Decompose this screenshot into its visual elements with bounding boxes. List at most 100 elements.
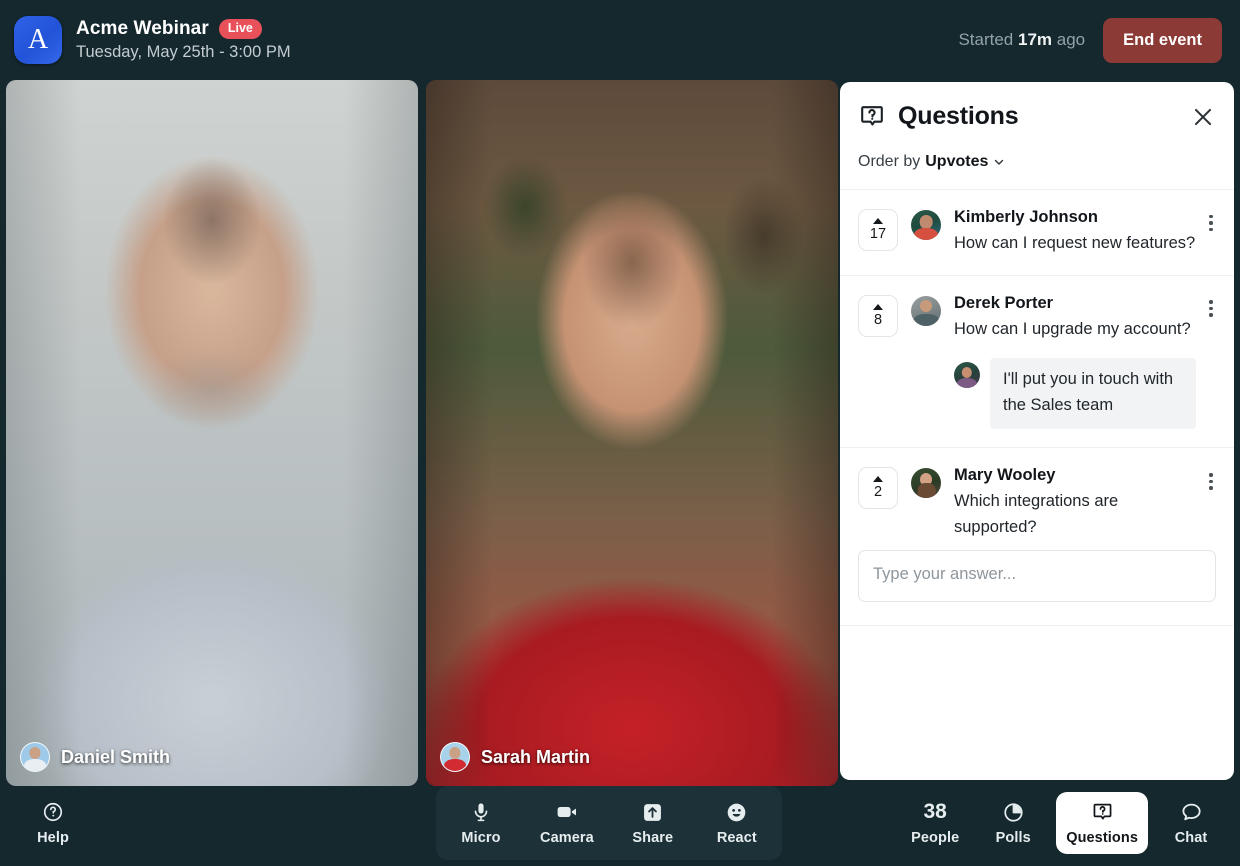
elapsed-suffix: ago [1056,30,1086,49]
question-menu-icon[interactable] [1202,298,1220,320]
polls-button[interactable]: Polls [978,792,1048,854]
avatar [911,210,941,240]
video-feed-daniel [6,80,418,786]
question-text: How can I request new features? [954,234,1196,252]
react-button[interactable]: React [702,792,772,854]
chat-label: Chat [1174,830,1208,846]
participant-name: Daniel Smith [61,746,171,767]
event-datetime: Tuesday, May 25th - 3:00 PM [76,43,291,61]
question-text: How can I upgrade my account? [954,319,1191,338]
elapsed-prefix: Started [958,30,1014,49]
order-by-value: Upvotes [925,153,989,170]
video-feed-sarah [426,80,838,786]
microphone-icon [470,800,492,824]
upvote-count: 2 [873,484,883,501]
event-title: Acme Webinar [76,18,209,39]
camera-label: Camera [540,830,594,846]
question-item[interactable]: 2 Mary Wooley Which integrations are sup… [840,448,1234,550]
participant-label-sarah: Sarah Martin [440,742,590,772]
people-count: 38 [923,800,947,823]
reply-text: I'll put you in touch with the Sales tea… [990,358,1196,430]
question-menu-icon[interactable] [1202,470,1220,492]
question-box-icon [858,103,886,131]
participant-label-daniel: Daniel Smith [20,742,170,772]
question-item[interactable]: 17 Kimberly Johnson How can I request ne… [840,190,1234,276]
video-camera-icon [555,800,579,824]
answer-composer [840,550,1234,627]
questions-button[interactable]: Questions [1056,792,1148,854]
help-button[interactable]: Help [18,792,88,854]
brand-block: A Acme Webinar Live Tuesday, May 25th - … [14,16,291,64]
question-item[interactable]: 8 Derek Porter How can I upgrade my acco… [840,276,1234,449]
app-header: A Acme Webinar Live Tuesday, May 25th - … [0,0,1240,80]
questions-panel: Questions Order by Upvotes 17 Kimberly J… [840,82,1234,780]
video-stage: Daniel Smith Sarah Martin [6,80,838,786]
panel-controls-group: 38 People Polls Questions Chat [900,792,1226,854]
chevron-down-icon [995,159,1004,165]
header-right: Started 17m ago End event [958,17,1226,63]
question-circle-icon [42,800,64,824]
upvote-count: 17 [869,226,887,242]
polls-label: Polls [995,830,1031,846]
close-icon[interactable] [1190,104,1216,130]
avatar [440,742,470,772]
share-upload-icon [641,800,664,824]
share-button[interactable]: Share [618,792,688,854]
video-tile-sarah[interactable]: Sarah Martin [426,80,838,786]
avatar [911,295,941,326]
media-controls-group: Micro Camera Share React [436,786,782,860]
questions-label: Questions [1066,830,1138,846]
upvote-button[interactable]: 2 [858,467,898,510]
people-label: People [911,830,960,846]
order-by-label: Order by [858,153,921,170]
smiley-face-icon [725,800,748,824]
question-body: Kimberly Johnson How can I request new f… [954,208,1218,257]
question-box-icon [1091,800,1114,824]
participant-name: Sarah Martin [481,746,591,767]
questions-panel-header: Questions [840,82,1234,131]
brand-text: Acme Webinar Live Tuesday, May 25th - 3:… [76,18,291,62]
camera-button[interactable]: Camera [530,792,604,854]
question-body: Derek Porter How can I upgrade my accoun… [954,294,1218,430]
upvote-arrow-icon [873,476,883,483]
react-label: React [716,830,757,846]
live-badge: Live [218,19,262,39]
end-event-button[interactable]: End event [1103,17,1222,63]
question-author: Mary Wooley [954,466,1056,485]
avatar [20,742,50,772]
chat-button[interactable]: Chat [1156,792,1226,854]
brand-title-row: Acme Webinar Live [76,18,291,40]
upvote-arrow-icon [873,303,883,310]
elapsed-value: 17m [1018,30,1053,49]
questions-list: 17 Kimberly Johnson How can I request ne… [840,190,1234,780]
order-by-dropdown[interactable]: Order by Upvotes [858,153,1005,171]
upvote-button[interactable]: 17 [858,209,898,251]
order-by-row: Order by Upvotes [840,131,1234,190]
video-tile-daniel[interactable]: Daniel Smith [6,80,418,786]
micro-button[interactable]: Micro [446,792,516,854]
question-reply: I'll put you in touch with the Sales tea… [954,358,1196,430]
avatar [954,362,980,389]
question-author: Kimberly Johnson [954,208,1098,226]
acme-logo: A [14,16,62,64]
pie-chart-icon [1002,800,1025,824]
upvote-count: 8 [873,311,883,328]
avatar [911,468,941,499]
logo-letter: A [27,24,49,55]
bottom-toolbar: Help Micro Camera Share React 38 People … [0,780,1240,866]
question-author: Derek Porter [954,293,1054,312]
people-button[interactable]: 38 People [900,792,970,854]
question-menu-icon[interactable] [1202,212,1220,234]
micro-label: Micro [461,830,501,846]
share-label: Share [632,830,674,846]
question-body: Mary Wooley Which integrations are suppo… [954,466,1218,540]
upvote-button[interactable]: 8 [858,294,898,337]
elapsed-time: Started 17m ago [958,30,1085,50]
webinar-app: A Acme Webinar Live Tuesday, May 25th - … [0,0,1240,866]
chat-bubble-icon [1180,800,1203,824]
answer-input[interactable] [858,550,1216,603]
upvote-arrow-icon [873,218,883,224]
questions-panel-title: Questions [898,102,1019,130]
help-label: Help [37,830,69,846]
question-text: Which integrations are supported? [954,492,1119,536]
